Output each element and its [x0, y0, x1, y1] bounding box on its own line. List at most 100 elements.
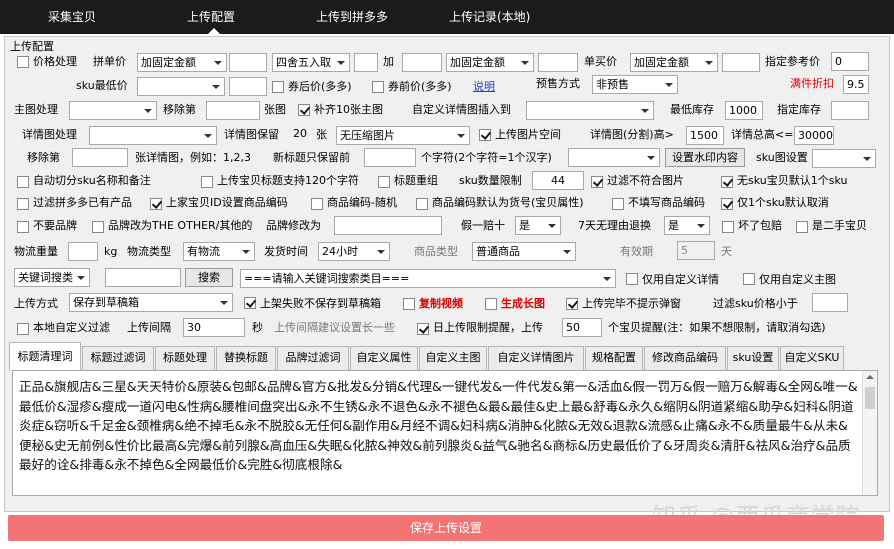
buy-mode-select[interactable]: 加固定金额 — [446, 53, 534, 72]
goods-type-select[interactable]: 普通商品 — [472, 242, 576, 261]
round-mode-select[interactable]: 四舍五入取 — [272, 53, 350, 72]
code-default-checkbox[interactable] — [416, 198, 428, 210]
upload-mode-select[interactable]: 保存到草稿箱 — [69, 293, 233, 312]
interval-tip: 上传间隔建议设置长一些 — [274, 321, 395, 334]
brand-other-checkbox[interactable] — [92, 221, 104, 233]
full-discount-input[interactable]: 9.5 — [843, 75, 869, 94]
textarea-scrollbar[interactable] — [862, 371, 877, 495]
nav-tab-upload-pdd[interactable]: 上传到拼多多 — [316, 8, 388, 25]
price-process-checkbox[interactable] — [17, 56, 29, 68]
nav-tab-collect[interactable]: 采集宝贝 — [48, 8, 96, 25]
valid-input[interactable]: 5 — [677, 241, 715, 260]
no-popup-label: 上传完毕不提示弹窗 — [582, 297, 681, 310]
logi-type-select[interactable]: 有物流 — [183, 242, 255, 261]
daily-limit-input[interactable]: 50 — [562, 318, 602, 337]
assign-stock-input[interactable] — [831, 101, 869, 120]
buy-value-input[interactable] — [538, 53, 578, 72]
round-value-input[interactable] — [354, 53, 378, 72]
fail-no-save-checkbox[interactable] — [244, 297, 256, 309]
nav-tab-upload-config[interactable]: 上传配置 — [187, 8, 235, 25]
keyword-input[interactable] — [105, 268, 181, 287]
scroll-up-icon[interactable] — [866, 375, 874, 379]
tab-custom-attr[interactable]: 自定义属性 — [350, 346, 418, 370]
tab-title-clean[interactable]: 标题清理词 — [9, 342, 81, 371]
only-custom-detail-checkbox[interactable] — [626, 273, 638, 285]
new-title-label: 新标题只保留前 — [273, 151, 350, 164]
tab-title-process[interactable]: 标题处理 — [155, 346, 215, 370]
pinjia-value-input[interactable] — [229, 53, 267, 72]
title-120-checkbox[interactable] — [201, 176, 213, 188]
sku-limit-label: sku数量限制 — [459, 174, 522, 187]
add-value-input[interactable] — [402, 53, 442, 72]
no-popup-checkbox[interactable] — [566, 298, 578, 310]
nav-tab-upload-log[interactable]: 上传记录(本地) — [449, 8, 530, 25]
no-sku-img-checkbox[interactable] — [721, 176, 733, 188]
tab-custom-main[interactable]: 自定义主图 — [419, 346, 487, 370]
tab-sku-settings[interactable]: sku设置 — [727, 346, 779, 370]
main-img-select[interactable] — [69, 101, 157, 120]
scroll-thumb[interactable] — [865, 387, 875, 409]
set-watermark-button[interactable]: 设置水印内容 — [665, 148, 745, 167]
no-brand-checkbox[interactable] — [17, 221, 29, 233]
seven-day-select[interactable]: 是 — [664, 216, 710, 235]
copy-video-checkbox[interactable] — [403, 298, 415, 310]
min-stock-input[interactable]: 1000 — [725, 101, 763, 120]
split-height-input[interactable]: 1500 — [686, 126, 724, 145]
sku-img-select[interactable] — [812, 149, 876, 168]
save-button[interactable]: 保存上传设置 — [8, 515, 884, 541]
explain-link[interactable]: 说明 — [473, 80, 495, 94]
brand-change-input[interactable] — [334, 216, 442, 235]
clean-words-textarea[interactable]: 正品&旗舰店&三星&天天特价&原装&包邮&品牌&官方&批发&分销&代理&一键代发… — [12, 370, 878, 496]
tab-custom-sku[interactable]: 自定义SKU — [780, 346, 844, 370]
supplement-checkbox[interactable] — [298, 104, 310, 116]
ref-price-input[interactable]: 0 — [831, 52, 869, 71]
tab-brand-filter[interactable]: 品牌过滤词 — [277, 346, 349, 370]
tab-edit-code[interactable]: 修改商品编码 — [644, 346, 726, 370]
auto-split-checkbox[interactable] — [17, 176, 29, 188]
interval-input[interactable]: 30 — [183, 318, 245, 337]
keyword-type-select[interactable]: 关键词搜类 — [14, 268, 90, 287]
second-hand-checkbox[interactable] — [796, 221, 808, 233]
presale-select[interactable]: 非预售 — [592, 75, 678, 94]
broken-checkbox[interactable] — [722, 221, 734, 233]
filter-img-checkbox[interactable] — [591, 176, 603, 188]
no-code-checkbox[interactable] — [612, 198, 624, 210]
danmai-mode-select[interactable]: 加固定金额 — [630, 53, 718, 72]
daily-limit-checkbox[interactable] — [417, 323, 429, 335]
sku-low-input[interactable] — [229, 77, 267, 96]
local-filter-checkbox[interactable] — [17, 323, 29, 335]
after-coupon-checkbox[interactable] — [272, 81, 284, 93]
custom-detail-select[interactable] — [526, 101, 654, 120]
detail-img-select[interactable] — [89, 126, 217, 145]
code-random-checkbox[interactable] — [311, 198, 323, 210]
sku-low-select[interactable] — [137, 77, 225, 96]
category-select[interactable]: ===请输入关键词搜索类目=== — [240, 269, 616, 288]
new-title-input[interactable] — [364, 148, 416, 167]
remove-detail-input[interactable] — [72, 148, 128, 167]
compress-select[interactable]: 无压缩图片 — [336, 126, 470, 145]
remove-nth-input[interactable] — [206, 101, 260, 120]
filter-sku-input[interactable] — [812, 293, 848, 312]
gen-long-checkbox[interactable] — [485, 298, 497, 310]
filter-dup-checkbox[interactable] — [17, 198, 29, 210]
only-custom-main-checkbox[interactable] — [743, 273, 755, 285]
pinjia-mode-select[interactable]: 加固定金额 — [137, 53, 227, 72]
tab-title-filter[interactable]: 标题过滤词 — [82, 346, 154, 370]
before-coupon-checkbox[interactable] — [372, 81, 384, 93]
daily-limit-label: 日上传限制提醒，上传 — [433, 321, 543, 334]
weight-input[interactable] — [68, 242, 98, 261]
tab-replace-title[interactable]: 替换标题 — [216, 346, 276, 370]
danmai-value-input[interactable] — [722, 53, 760, 72]
ship-time-select[interactable]: 24小时 — [318, 242, 390, 261]
search-button[interactable]: 搜索 — [185, 268, 233, 287]
tab-spec-config[interactable]: 规格配置 — [585, 346, 643, 370]
shop-id-checkbox[interactable] — [150, 198, 162, 210]
sku-limit-input[interactable]: 44 — [532, 171, 584, 190]
title-reorg-checkbox[interactable] — [378, 176, 390, 188]
tab-custom-detail[interactable]: 自定义详情图片 — [488, 346, 584, 370]
total-height-input[interactable]: 30000 — [794, 126, 834, 145]
upload-space-checkbox[interactable] — [479, 129, 491, 141]
fake-pay-select[interactable]: 是 — [515, 216, 561, 235]
chars-select[interactable] — [568, 148, 660, 167]
one-sku-checkbox[interactable] — [721, 198, 733, 210]
